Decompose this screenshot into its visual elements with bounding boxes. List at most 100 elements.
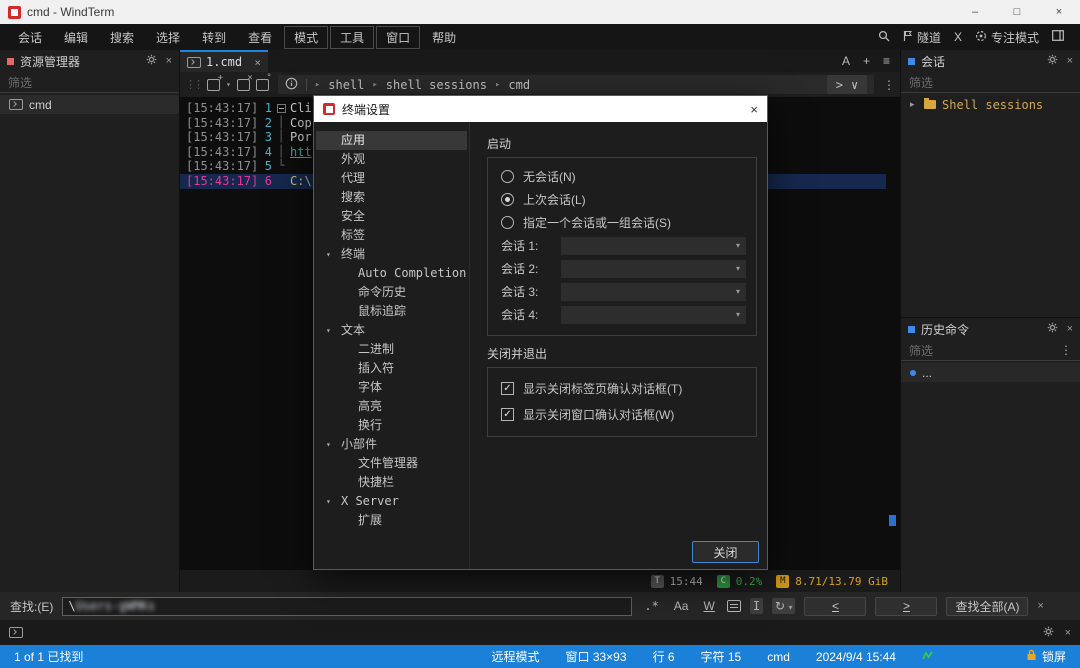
menu-view[interactable]: 查看 [238,26,282,49]
nav-item-binary[interactable]: 二进制 [316,340,467,359]
explorer-filter-input[interactable]: 筛选 [0,72,179,93]
breadcrumb-cmd[interactable]: cmd [508,78,530,92]
dialog-close-icon[interactable]: × [750,102,758,117]
checkbox-confirm-close-tab[interactable]: ✓ 显示关闭标签页确认对话框(T) [501,375,746,401]
nav-item-mouse-tracking[interactable]: 鼠标追踪 [316,302,467,321]
status-shell-type[interactable]: cmd [767,650,790,664]
history-filter-input[interactable]: 筛选 ⋮ [901,340,1080,361]
radio-icon[interactable] [501,216,514,229]
menu-window[interactable]: 窗口 [376,26,420,49]
sessions-filter-input[interactable]: 筛选 [901,72,1080,93]
session-4-dropdown[interactable]: ▾ [561,306,746,324]
menu-select[interactable]: 选择 [146,26,190,49]
tab-close-icon[interactable]: × [254,56,261,69]
new-session-icon[interactable]: + [207,79,220,91]
history-item[interactable]: ... [901,363,1080,382]
nav-item-caret[interactable]: 插入符 [316,359,467,378]
menu-goto[interactable]: 转到 [192,26,236,49]
checkbox-checked-icon[interactable]: ✓ [501,408,514,421]
nav-item-wrap[interactable]: 换行 [316,416,467,435]
menu-edit[interactable]: 编辑 [54,26,98,49]
nav-item-tabs[interactable]: 标签 [316,226,467,245]
gear-icon[interactable] [146,54,157,68]
dialog-close-button[interactable]: 关闭 [692,541,759,563]
grip-handle[interactable]: ⋮⋮ [185,78,201,91]
close-icon[interactable]: × [166,55,172,67]
nav-item-widgets[interactable]: ▾小部件 [316,435,467,454]
caret-mode-toggle-icon[interactable]: I [750,598,763,614]
fold-toggle-icon[interactable] [277,104,286,113]
status-window-size[interactable]: 窗口 33×93 [565,648,626,665]
menu-session[interactable]: 会话 [8,26,52,49]
checkbox-confirm-close-window[interactable]: ✓ 显示关闭窗口确认对话框(W) [501,401,746,427]
status-line-number[interactable]: 行 6 [653,648,675,665]
find-previous-button[interactable]: < [804,597,866,616]
maximize-button[interactable]: □ [996,0,1038,24]
nav-item-proxy[interactable]: 代理 [316,169,467,188]
nav-item-auto-completion[interactable]: Auto Completion [316,264,467,283]
checkbox-checked-icon[interactable]: ✓ [501,382,514,395]
breadcrumb-forward-icon[interactable]: > [836,78,843,92]
status-remote-mode[interactable]: 远程模式 [491,648,539,665]
search-icon[interactable] [878,30,890,45]
reopen-session-icon[interactable]: ° [256,79,269,91]
breadcrumb-shell-sessions[interactable]: shell sessions [386,78,487,92]
gear-icon[interactable] [1043,626,1054,640]
radio-specified-session[interactable]: 指定一个会话或一组会话(S) [501,211,746,234]
close-icon[interactable]: × [1065,627,1071,639]
nav-item-terminal[interactable]: ▾终端 [316,245,467,264]
nav-item-highlight[interactable]: 高亮 [316,397,467,416]
nav-item-file-manager[interactable]: 文件管理器 [316,454,467,473]
wrap-around-toggle-icon[interactable]: ↻ ▾ [772,598,795,614]
regex-toggle-icon[interactable]: .* [641,598,661,614]
gear-icon[interactable] [1047,322,1058,336]
find-close-icon[interactable]: × [1037,600,1043,612]
layout-icon[interactable] [1052,30,1064,44]
chevron-right-icon[interactable]: ▸ [910,99,918,110]
radio-no-session[interactable]: 无会话(N) [501,165,746,188]
lock-screen-button[interactable]: 锁屏 [1026,648,1066,665]
close-icon[interactable]: × [1067,55,1073,67]
status-char-number[interactable]: 字符 15 [701,648,742,665]
nav-item-font[interactable]: 字体 [316,378,467,397]
menu-tools[interactable]: 工具 [330,26,374,49]
session-2-dropdown[interactable]: ▾ [561,260,746,278]
nav-item-extension[interactable]: 扩展 [316,511,467,530]
minimize-button[interactable]: – [954,0,996,24]
close-button[interactable]: × [1038,0,1080,24]
radio-icon[interactable] [501,170,514,183]
explorer-item-cmd[interactable]: cmd [0,95,179,114]
new-session-dropdown-icon[interactable]: ▾ [226,80,231,89]
in-selection-toggle-icon[interactable] [727,600,741,612]
breadcrumb-expand-icon[interactable]: ∨ [851,78,858,92]
tunnel-button[interactable]: 隧道 [903,29,941,46]
nav-item-quick-bar[interactable]: 快捷栏 [316,473,467,492]
more-options-icon[interactable]: ⋮ [1060,343,1072,357]
nav-item-search[interactable]: 搜索 [316,188,467,207]
match-case-toggle-icon[interactable]: Aa [671,598,692,614]
whole-word-toggle-icon[interactable]: W [700,598,717,614]
nav-item-text[interactable]: ▾文本 [316,321,467,340]
find-all-button[interactable]: 查找全部(A) [946,597,1028,616]
menu-mode[interactable]: 模式 [284,26,328,49]
menu-help[interactable]: 帮助 [422,26,466,49]
tab-list-icon[interactable]: ≡ [883,54,890,68]
session-1-dropdown[interactable]: ▾ [561,237,746,255]
focus-mode-button[interactable]: 专注模式 [975,29,1039,46]
close-session-icon[interactable]: × [237,79,250,91]
nav-item-x-server[interactable]: ▾X Server [316,492,467,511]
close-icon[interactable]: × [1067,323,1073,335]
nav-item-app[interactable]: 应用 [316,131,467,150]
breadcrumb-shell[interactable]: shell [328,78,364,92]
find-next-button[interactable]: > [875,597,937,616]
tab-1-cmd[interactable]: 1.cmd × [180,50,268,72]
sessions-folder-shell-sessions[interactable]: ▸ Shell sessions [901,95,1080,114]
xserver-button[interactable]: X [954,30,962,44]
radio-last-session[interactable]: 上次会话(L) [501,188,746,211]
find-input[interactable]: \ Users-gWMKs [62,597,632,616]
terminal-link[interactable]: htt [290,145,312,160]
more-options-icon[interactable]: ⋮ [883,78,895,92]
gear-icon[interactable] [1047,54,1058,68]
info-icon[interactable] [285,77,298,93]
menu-search[interactable]: 搜索 [100,26,144,49]
